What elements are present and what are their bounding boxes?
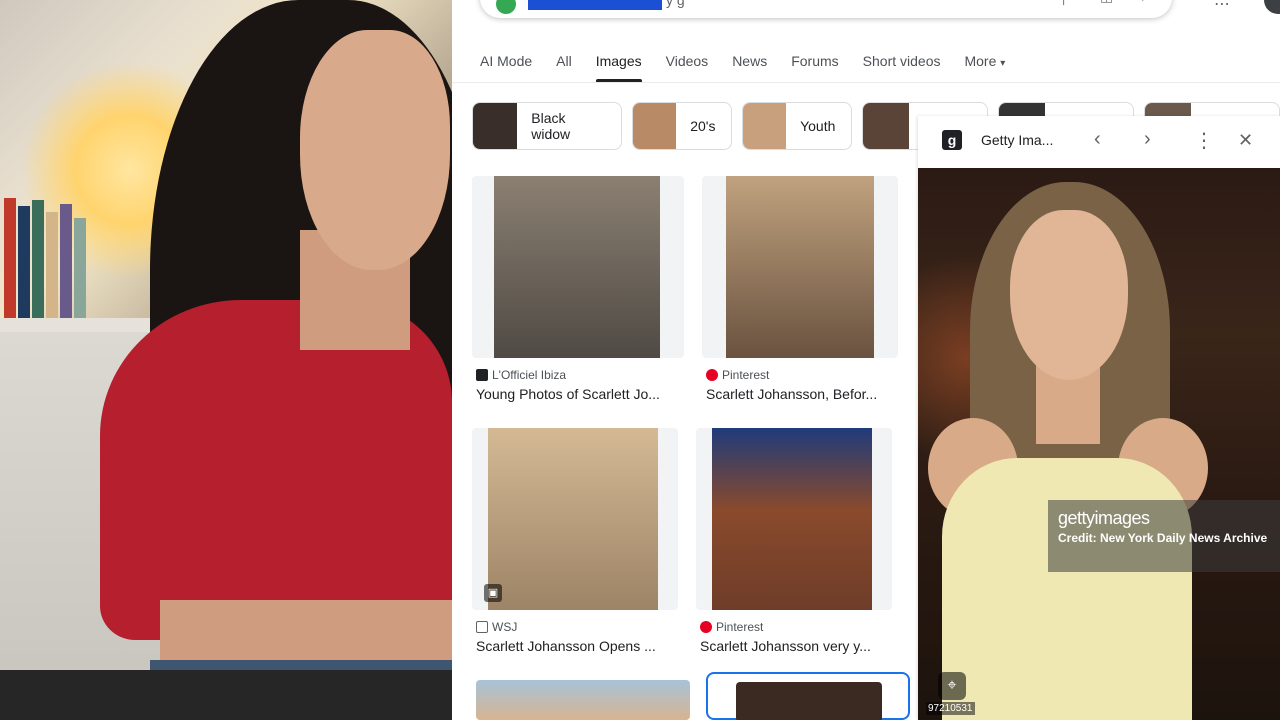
book bbox=[4, 198, 16, 318]
result-thumbnail bbox=[472, 176, 684, 358]
watermark-logo: gettyimages bbox=[1058, 508, 1150, 528]
image-result[interactable] bbox=[476, 680, 690, 720]
search-query-text[interactable]: y g bbox=[666, 0, 685, 8]
shelf bbox=[0, 318, 170, 332]
preview-image[interactable]: gettyimages Credit: New York Daily News … bbox=[918, 168, 1280, 720]
wsj-icon bbox=[476, 621, 488, 633]
chip-thumbnail bbox=[473, 103, 518, 149]
tab-all[interactable]: All bbox=[556, 52, 584, 82]
chip-label: Youth bbox=[800, 118, 836, 134]
chip-label: Black widow bbox=[531, 110, 571, 142]
tab-videos[interactable]: Videos bbox=[666, 52, 721, 82]
tab-news[interactable]: News bbox=[732, 52, 779, 82]
image-result-selected[interactable] bbox=[706, 672, 910, 720]
search-bar[interactable]: y g ✕ │ ◲ ⌕ bbox=[480, 0, 1172, 18]
search-icon[interactable]: ⌕ bbox=[1142, 0, 1150, 5]
search-query-selection bbox=[528, 0, 662, 10]
tabs-divider bbox=[452, 82, 1280, 83]
result-source: Pinterest bbox=[700, 620, 763, 634]
chip-label: 20's bbox=[690, 118, 716, 134]
getty-logo-icon: g bbox=[942, 130, 962, 150]
preview-header: g Getty Ima... ‹ › ⋮ ✕ bbox=[918, 116, 1280, 168]
image-result[interactable]: ▣ WSJ Scarlett Johansson Opens ... bbox=[472, 428, 678, 660]
result-title[interactable]: Scarlett Johansson very y... bbox=[700, 638, 890, 654]
tab-ai-mode[interactable]: AI Mode bbox=[480, 52, 544, 82]
avatar[interactable] bbox=[1264, 0, 1280, 14]
camera-icon[interactable]: ◲ bbox=[1100, 0, 1113, 5]
image-result[interactable]: L'Officiel Ibiza Young Photos of Scarlet… bbox=[472, 176, 684, 408]
book bbox=[46, 212, 58, 318]
result-title[interactable]: Scarlett Johansson, Befor... bbox=[706, 386, 894, 402]
book bbox=[74, 218, 86, 318]
tab-images[interactable]: Images bbox=[595, 52, 654, 82]
lens-icon[interactable]: ⌖ bbox=[938, 672, 966, 700]
watermark-credit: Credit: New York Daily News Archive bbox=[1058, 531, 1268, 545]
tab-short-videos[interactable]: Short videos bbox=[863, 52, 953, 82]
next-icon[interactable]: › bbox=[1144, 128, 1151, 151]
more-options-icon[interactable]: ⋮ bbox=[1194, 128, 1214, 153]
desk bbox=[0, 670, 452, 720]
chevron-down-icon: ▾ bbox=[1000, 58, 1006, 69]
book bbox=[32, 200, 44, 318]
result-thumbnail bbox=[696, 428, 892, 610]
preview-source[interactable]: Getty Ima... bbox=[981, 132, 1053, 148]
tab-forums[interactable]: Forums bbox=[791, 52, 850, 82]
mic-icon[interactable]: │ bbox=[1060, 0, 1069, 4]
tab-more[interactable]: More ▾ bbox=[964, 52, 1017, 82]
close-icon[interactable]: ✕ bbox=[1238, 130, 1253, 151]
result-source: L'Officiel Ibiza bbox=[476, 368, 566, 382]
webcam-overlay bbox=[0, 0, 452, 720]
result-thumbnail bbox=[702, 176, 898, 358]
image-result[interactable]: Pinterest Scarlett Johansson very y... bbox=[696, 428, 892, 660]
result-title[interactable]: Scarlett Johansson Opens ... bbox=[476, 638, 674, 654]
preview-dress bbox=[942, 458, 1192, 720]
result-source: WSJ bbox=[476, 620, 517, 634]
book bbox=[18, 206, 30, 318]
pinterest-icon bbox=[706, 369, 718, 381]
lofficiel-icon bbox=[476, 369, 488, 381]
chip-thumbnail bbox=[633, 103, 677, 149]
pinterest-icon bbox=[700, 621, 712, 633]
preview-panel: g Getty Ima... ‹ › ⋮ ✕ gettyimages Credi… bbox=[918, 116, 1280, 720]
preview-face bbox=[1010, 210, 1128, 380]
image-id: 97210531 bbox=[926, 702, 975, 715]
apps-icon[interactable]: ⋯ bbox=[1214, 0, 1231, 14]
image-icon: ▣ bbox=[484, 584, 502, 602]
search-tabs: AI Mode All Images Videos News Forums Sh… bbox=[480, 52, 1029, 82]
result-source: Pinterest bbox=[706, 368, 769, 382]
prev-icon[interactable]: ‹ bbox=[1094, 128, 1101, 151]
google-icon bbox=[496, 0, 516, 14]
chip-black-widow[interactable]: Black widow bbox=[472, 102, 623, 150]
chip-youth[interactable]: Youth bbox=[742, 102, 853, 150]
result-thumbnail bbox=[736, 682, 882, 720]
chip-20s[interactable]: 20's bbox=[632, 102, 733, 150]
result-thumbnail: ▣ bbox=[472, 428, 678, 610]
clear-icon[interactable]: ✕ bbox=[1008, 0, 1020, 5]
chip-thumbnail bbox=[743, 103, 787, 149]
chip-thumbnail bbox=[863, 103, 910, 149]
image-result[interactable]: Pinterest Scarlett Johansson, Befor... bbox=[702, 176, 898, 408]
result-title[interactable]: Young Photos of Scarlett Jo... bbox=[476, 386, 680, 402]
person-face bbox=[300, 30, 450, 270]
person-shirt bbox=[100, 300, 452, 640]
result-thumbnail bbox=[476, 680, 690, 720]
browser-window: y g ✕ │ ◲ ⌕ ⋯ AI Mode All Images Videos … bbox=[452, 0, 1280, 720]
getty-watermark: gettyimages Credit: New York Daily News … bbox=[1048, 500, 1280, 572]
book bbox=[60, 204, 72, 318]
